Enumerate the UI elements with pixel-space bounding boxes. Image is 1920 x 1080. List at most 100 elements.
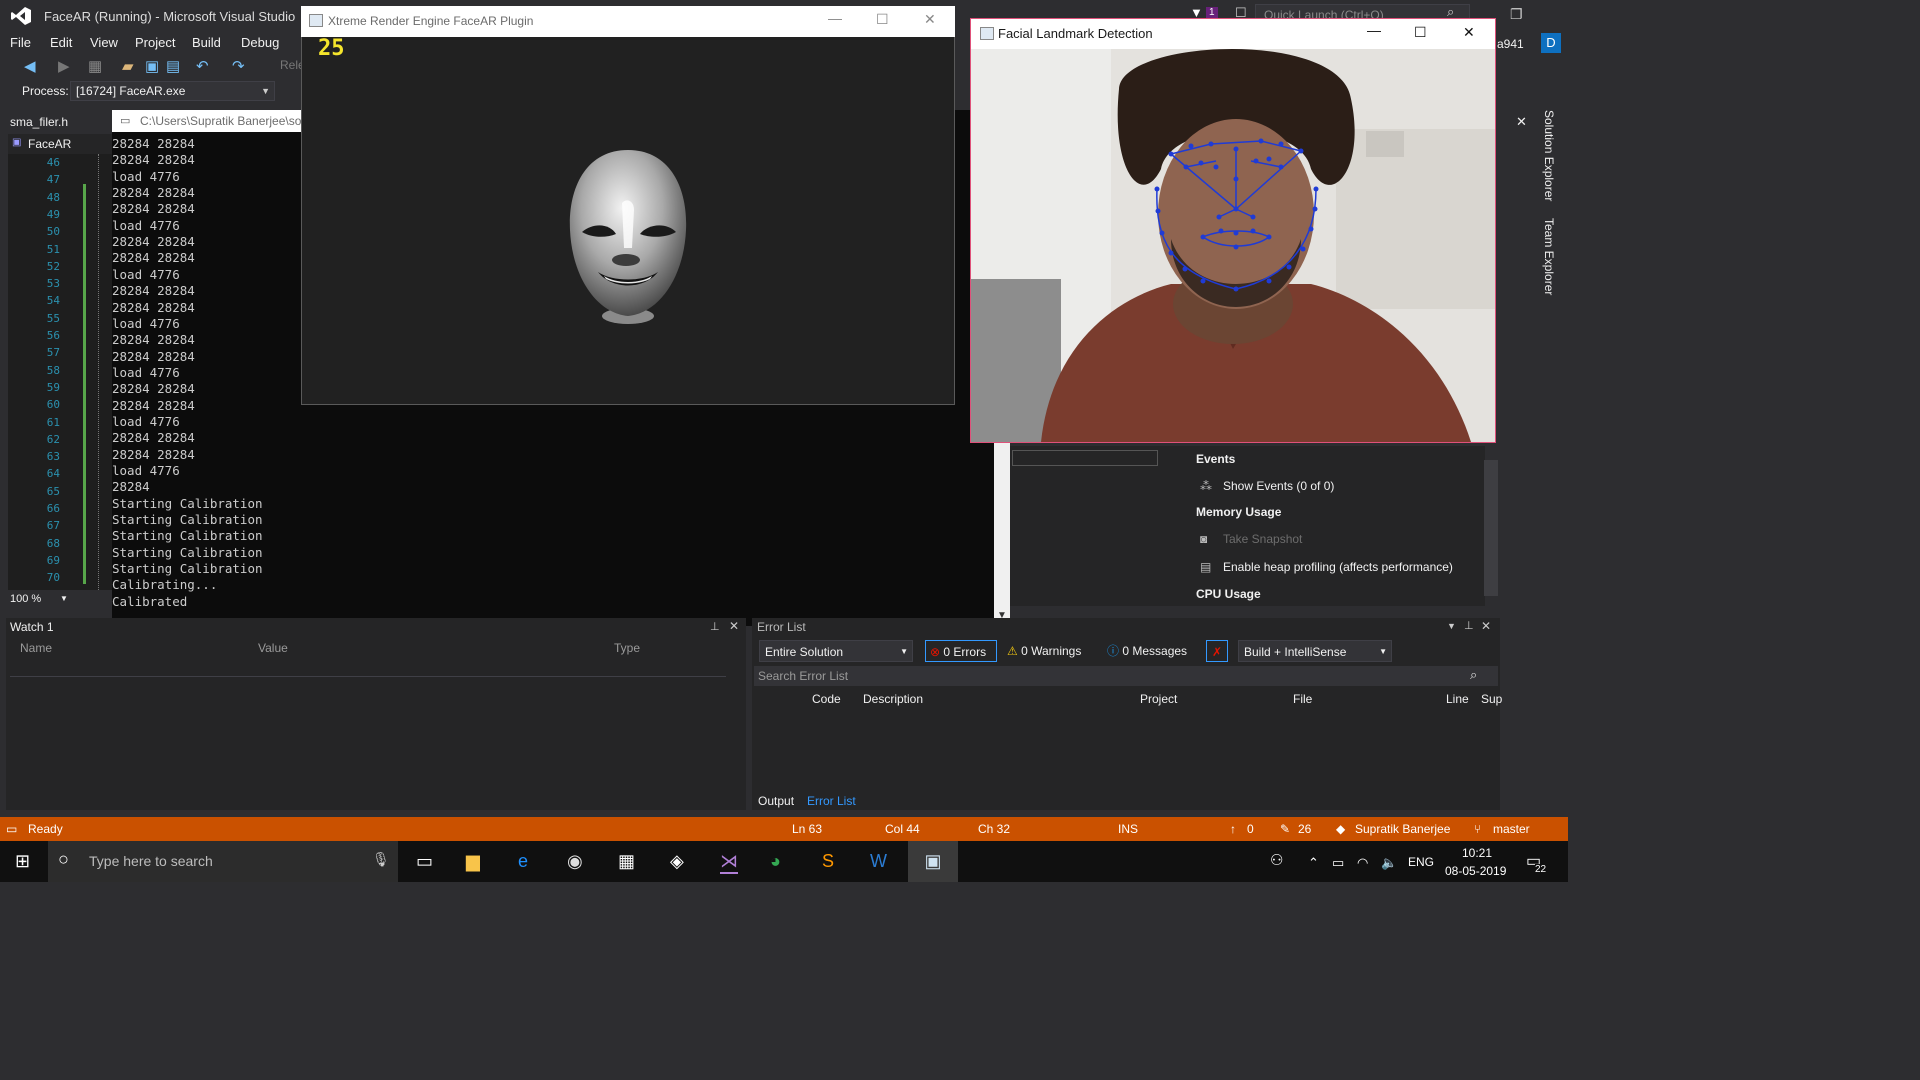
col-suppression[interactable]: Sup (1481, 692, 1502, 706)
save-all-icon[interactable]: ▤ (166, 57, 180, 75)
steam-icon[interactable]: ◉ (567, 851, 583, 872)
battery-icon[interactable]: ▭ (1332, 855, 1344, 871)
taskbar-search[interactable]: ○ Type here to search 🎙 (48, 841, 398, 882)
tray-expand-icon[interactable]: ⌃ (1308, 855, 1319, 871)
unity-icon[interactable]: ◈ (670, 851, 684, 872)
fps-counter: 25 (318, 36, 345, 61)
edge-icon[interactable]: e (518, 851, 528, 872)
error-search-input[interactable]: Search Error List (754, 666, 1498, 686)
document-tab[interactable]: sma_filer.h (0, 112, 112, 132)
close-button[interactable]: ✕ (1463, 24, 1475, 41)
take-snapshot-button[interactable]: Take Snapshot (1223, 532, 1302, 546)
maximize-button[interactable]: ☐ (876, 11, 889, 28)
back-icon[interactable]: ◀ (24, 57, 36, 75)
diag-scrollbar[interactable] (1484, 460, 1498, 596)
new-project-icon[interactable]: ▦ (88, 57, 102, 75)
close-icon[interactable]: ✕ (729, 619, 739, 633)
filter-clear-icon[interactable]: ✗ (1206, 640, 1228, 662)
restore-button[interactable]: ❐ (1510, 6, 1523, 23)
col-project[interactable]: Project (1140, 692, 1177, 706)
close-icon[interactable]: ✕ (1516, 114, 1527, 130)
people-icon[interactable]: ⚇ (1270, 851, 1283, 869)
console-line: 28284 28284 (112, 381, 195, 397)
menu-project[interactable]: Project (135, 35, 175, 50)
menu-debug[interactable]: Debug (241, 35, 279, 50)
team-explorer-tab[interactable]: Team Explorer (1542, 218, 1556, 295)
sublime-text-icon[interactable]: S (822, 851, 834, 872)
code-editor[interactable] (8, 154, 112, 590)
console-line: 28284 28284 (112, 283, 195, 299)
scope-dropdown[interactable]: Entire Solution ▼ (759, 640, 913, 662)
changes-count[interactable]: 26 (1298, 822, 1311, 836)
word-icon[interactable]: W (870, 851, 887, 872)
chevron-down-icon[interactable]: ▼ (1447, 621, 1456, 631)
watch-col-value[interactable]: Value (258, 641, 288, 655)
menu-build[interactable]: Build (192, 35, 221, 50)
store-icon[interactable]: ▦ (618, 851, 635, 872)
col-description[interactable]: Description (863, 692, 923, 706)
minimize-button[interactable]: — (1367, 22, 1381, 38)
solution-explorer-tab[interactable]: Solution Explorer (1542, 110, 1556, 201)
zoom-dropdown[interactable]: 100 % ▼ (8, 590, 112, 608)
line-number: 69 (46, 553, 60, 567)
undo-icon[interactable]: ↶ (196, 57, 209, 75)
console-line: 28284 28284 (112, 397, 195, 413)
pin-icon[interactable]: ⊥ (710, 620, 720, 633)
minimize-button[interactable]: — (828, 10, 842, 26)
watch-col-name[interactable]: Name (20, 641, 52, 655)
redo-icon[interactable]: ↷ (232, 57, 245, 75)
visual-studio-taskbar-icon[interactable]: ⋊ (720, 851, 738, 874)
line-number: 51 (46, 242, 60, 256)
close-icon[interactable]: ✕ (1481, 619, 1491, 633)
chrome-icon[interactable]: ◕ (770, 851, 781, 872)
volume-icon[interactable]: 🔈 (1381, 855, 1397, 871)
watch-col-type[interactable]: Type (614, 641, 640, 655)
clock-time[interactable]: 10:21 (1462, 846, 1492, 860)
warning-icon: ⚠ (1007, 644, 1018, 658)
search-icon[interactable]: ⌕ (1470, 667, 1477, 683)
save-icon[interactable]: ▣ (145, 57, 159, 75)
windows-start-icon[interactable]: ⊞ (15, 851, 30, 872)
output-tab[interactable]: Output (758, 794, 794, 808)
col-code[interactable]: Code (812, 692, 841, 706)
col-file[interactable]: File (1293, 692, 1312, 706)
errors-filter-button[interactable]: ⊗ 0 Errors (925, 640, 997, 662)
close-button[interactable]: ✕ (924, 11, 936, 28)
status-line: Ln 63 (792, 822, 823, 836)
notification-badge[interactable]: 1 (1206, 7, 1218, 18)
events-icon: ⁂ (1200, 479, 1212, 493)
navigation-bar[interactable]: ▣ FaceAR (8, 134, 112, 154)
error-list-tab[interactable]: Error List (807, 794, 856, 808)
console-line: Starting Calibration (112, 495, 263, 511)
console-line: Starting Calibration (112, 528, 263, 544)
branch-name[interactable]: master (1493, 822, 1530, 836)
repo-user[interactable]: Supratik Banerjee (1355, 822, 1450, 836)
console-line: 28284 (112, 479, 150, 495)
line-number: 64 (46, 467, 60, 481)
chevron-down-icon: ▼ (261, 86, 270, 96)
build-filter-dropdown[interactable]: Build + IntelliSense ▼ (1238, 640, 1392, 662)
user-avatar[interactable]: D (1541, 33, 1561, 53)
menu-edit[interactable]: Edit (50, 35, 72, 50)
language-indicator[interactable]: ENG (1408, 855, 1434, 869)
console-line: 28284 28284 (112, 250, 195, 266)
task-view-icon[interactable]: ▭ (416, 851, 433, 872)
wifi-icon[interactable]: ◠ (1357, 855, 1368, 871)
process-dropdown[interactable]: [16724] FaceAR.exe ▼ (70, 81, 275, 101)
show-events-link[interactable]: Show Events (0 of 0) (1223, 479, 1334, 493)
open-file-icon[interactable]: ▰ (122, 57, 134, 75)
clock-date[interactable]: 08-05-2019 (1445, 864, 1506, 878)
messages-filter-button[interactable]: ⓘ 0 Messages (1107, 640, 1187, 662)
menu-file[interactable]: File (10, 35, 31, 50)
menu-view[interactable]: View (90, 35, 118, 50)
forward-icon[interactable]: ▶ (58, 57, 70, 75)
unpushed-count[interactable]: 0 (1247, 822, 1254, 836)
warnings-filter-button[interactable]: ⚠ 0 Warnings (1007, 640, 1081, 662)
heap-profiling-link[interactable]: Enable heap profiling (affects performan… (1223, 560, 1453, 574)
file-explorer-icon[interactable]: ▆ (466, 851, 480, 872)
col-line[interactable]: Line (1446, 692, 1469, 706)
pin-icon[interactable]: ⊥ (1464, 619, 1474, 632)
maximize-button[interactable]: ☐ (1414, 24, 1427, 41)
watch-empty-row[interactable] (10, 660, 726, 677)
active-app-taskbar-icon[interactable]: ▣ (908, 841, 958, 882)
